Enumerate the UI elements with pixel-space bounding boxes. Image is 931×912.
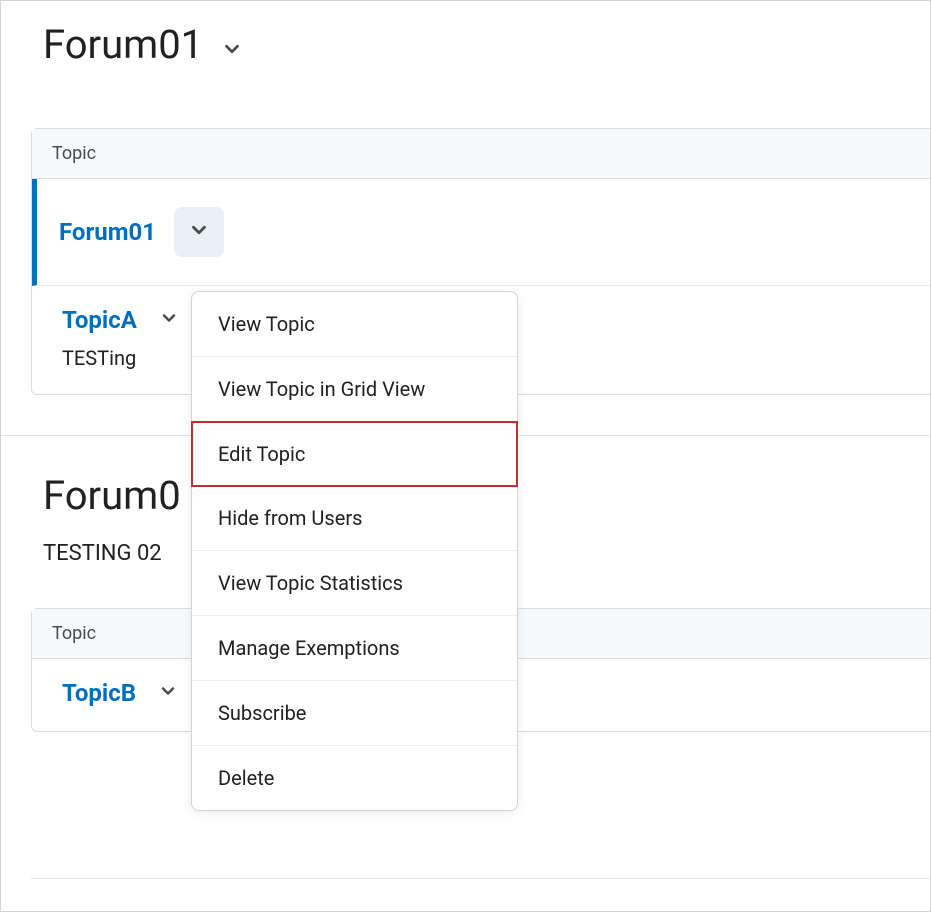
chevron-down-icon[interactable] xyxy=(221,30,243,60)
context-menu: View TopicView Topic in Grid ViewEdit To… xyxy=(191,291,518,811)
forum-link[interactable]: Forum01 xyxy=(59,218,156,246)
chevron-down-icon xyxy=(158,681,178,705)
menu-item-view-topic-in-grid-view[interactable]: View Topic in Grid View xyxy=(192,357,517,422)
topic-link-2[interactable]: TopicB xyxy=(62,679,136,707)
menu-item-hide-from-users[interactable]: Hide from Users xyxy=(192,486,517,551)
forum-actions-button[interactable] xyxy=(174,207,224,257)
menu-item-edit-topic[interactable]: Edit Topic xyxy=(191,421,518,487)
chevron-down-icon xyxy=(159,308,179,332)
forum-row: Forum01 xyxy=(32,179,930,286)
menu-item-view-topic[interactable]: View Topic xyxy=(192,292,517,357)
topic-actions-button[interactable] xyxy=(159,308,179,332)
menu-item-manage-exemptions[interactable]: Manage Exemptions xyxy=(192,616,517,681)
menu-item-delete[interactable]: Delete xyxy=(192,746,517,810)
table-header-topic: Topic xyxy=(32,129,930,179)
topic-actions-button-2[interactable] xyxy=(158,681,178,705)
forum-heading-row: Forum01 xyxy=(1,21,930,68)
topic-link[interactable]: TopicA xyxy=(62,306,137,334)
menu-item-view-topic-statistics[interactable]: View Topic Statistics xyxy=(192,551,517,616)
forum-title: Forum01 xyxy=(43,21,203,68)
section-divider xyxy=(31,878,930,879)
menu-item-subscribe[interactable]: Subscribe xyxy=(192,681,517,746)
chevron-down-icon xyxy=(188,219,210,245)
